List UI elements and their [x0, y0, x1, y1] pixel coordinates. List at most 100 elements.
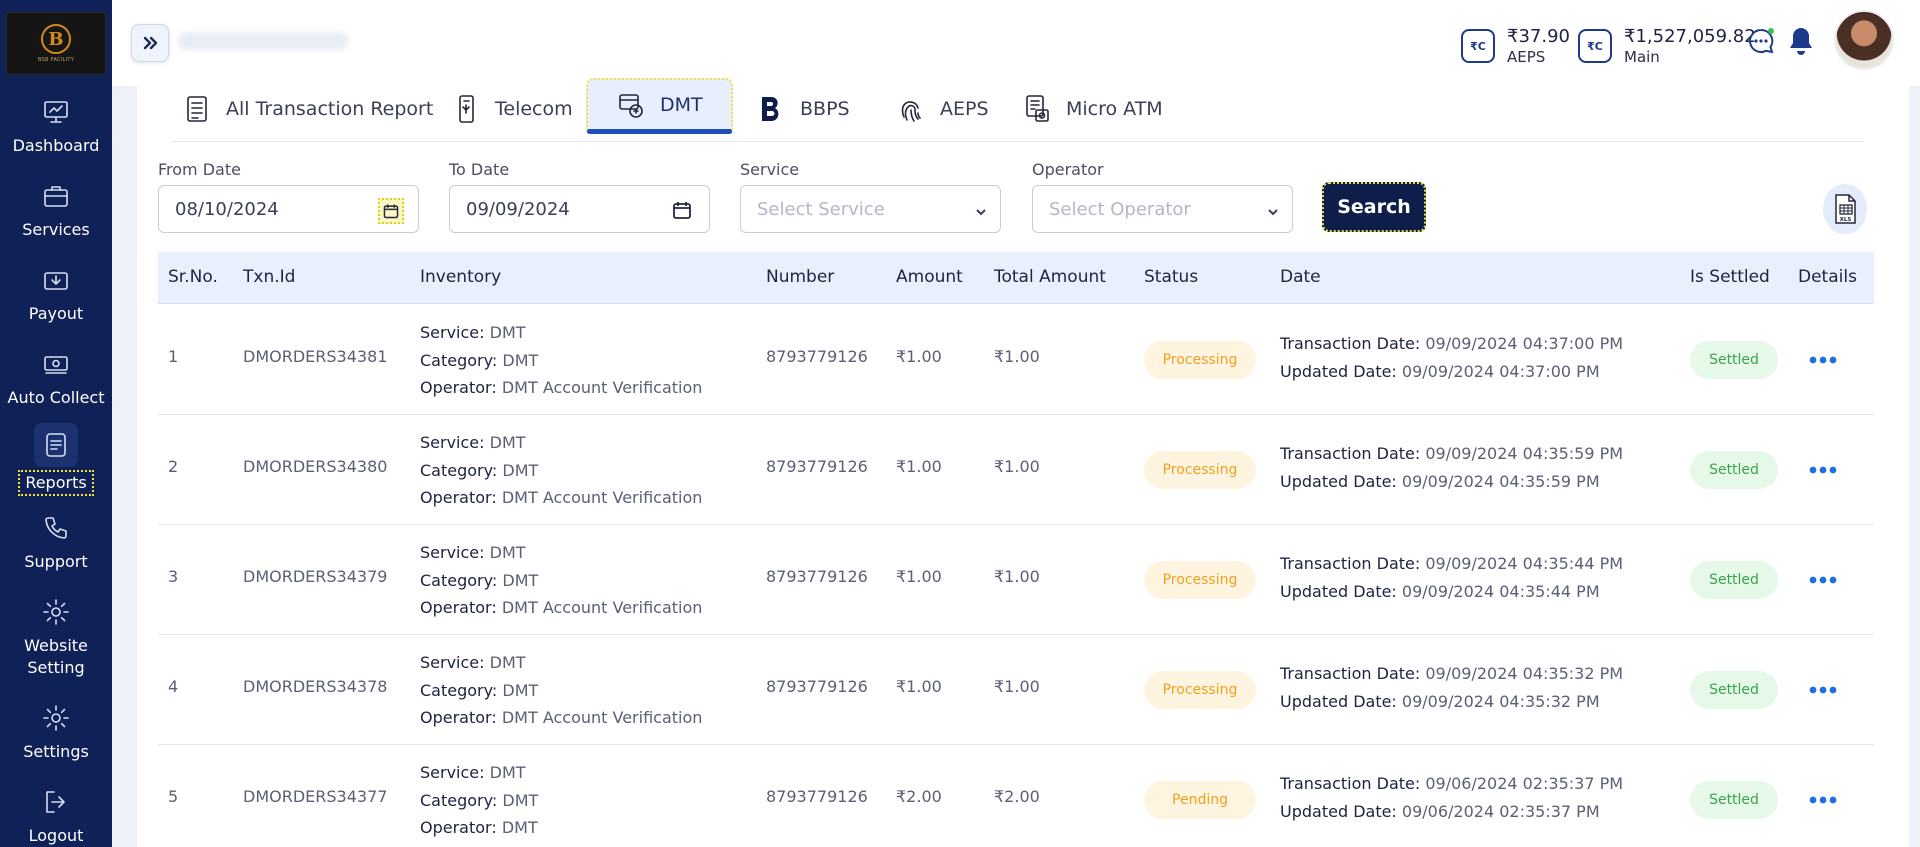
tab-aeps[interactable]: AEPS	[896, 84, 989, 134]
inv-operator-label: Operator:	[420, 708, 497, 727]
table-header: Sr.No. Txn.Id Inventory Number Amount To…	[158, 252, 1874, 304]
from-date-input[interactable]: 08/10/2024	[158, 185, 419, 233]
more-dots-icon	[1809, 686, 1837, 694]
tab-micro-atm[interactable]: Micro ATM	[1022, 84, 1163, 134]
page-title-blurred	[178, 32, 348, 50]
status-badge: Processing	[1144, 341, 1256, 379]
sidebar-item-services[interactable]: Services	[0, 179, 112, 241]
upd-date: 09/09/2024 04:37:00 PM	[1401, 361, 1600, 381]
to-date-label: To Date	[449, 160, 510, 179]
cell-inventory: Service: DMT Category: DMT Operator: DMT A…	[420, 649, 702, 732]
table-row: 4 DMORDERS34378 Service: DMT Category: DMT O…	[158, 635, 1874, 745]
inv-service: DMT	[489, 763, 526, 782]
user-avatar[interactable]	[1834, 10, 1894, 70]
from-date-label: From Date	[158, 160, 241, 179]
sidebar-item-dashboard[interactable]: Dashboard	[0, 95, 112, 157]
inv-category-label: Category:	[420, 680, 498, 700]
cash-icon	[39, 347, 73, 381]
col-header: Status	[1144, 267, 1199, 287]
phone-icon	[39, 511, 73, 545]
operator-label: Operator	[1032, 160, 1104, 179]
tab-telecom[interactable]: Telecom	[451, 84, 573, 134]
calendar-icon[interactable]	[671, 199, 693, 221]
cell-txn-id: DMORDERS34377	[243, 787, 388, 806]
tab-dmt[interactable]: DMT	[586, 78, 733, 134]
cell-date: Transaction Date: 09/09/2024 04:37:00 PM…	[1280, 330, 1623, 385]
sidebar-item-support[interactable]: Support	[0, 511, 112, 573]
inv-category: DMT	[502, 460, 539, 480]
status-badge: Processing	[1144, 561, 1256, 599]
operator-select[interactable]: Select Operator	[1032, 185, 1293, 233]
double-chevron-right-icon	[143, 36, 158, 50]
inv-operator: DMT Account Verification	[501, 598, 703, 617]
cell-txn-id: DMORDERS34378	[243, 677, 388, 696]
details-button[interactable]	[1806, 343, 1840, 377]
inv-operator-label: Operator:	[420, 378, 497, 397]
upd-date-label: Updated Date:	[1280, 801, 1397, 821]
cell-sr-no: 4	[168, 677, 179, 696]
cell-amount: ₹1.00	[896, 677, 942, 696]
inv-service-label: Service:	[420, 543, 485, 562]
table-row: 5 DMORDERS34377 Service: DMT Category: DMT O…	[158, 745, 1874, 847]
cell-txn-id: DMORDERS34379	[243, 567, 388, 586]
expand-sidebar-button[interactable]	[131, 24, 169, 62]
cell-txn-id: DMORDERS34380	[243, 457, 388, 476]
to-date-input[interactable]: 09/09/2024	[449, 185, 710, 233]
wallet-aeps[interactable]: ₹C ₹37.90 AEPS	[1461, 26, 1570, 66]
from-date-value: 08/10/2024	[175, 198, 279, 220]
txn-date-label: Transaction Date:	[1280, 334, 1421, 353]
search-button[interactable]: Search	[1322, 182, 1426, 232]
txn-date-label: Transaction Date:	[1280, 554, 1421, 573]
chevron-down-icon	[1266, 203, 1280, 217]
fingerprint-icon	[901, 101, 921, 122]
report-icon	[187, 96, 207, 122]
payout-icon	[39, 263, 73, 297]
details-button[interactable]	[1806, 563, 1840, 597]
cell-total-amount: ₹1.00	[994, 347, 1040, 366]
inv-operator: DMT Account Verification	[501, 488, 703, 507]
micro-atm-icon	[1026, 95, 1049, 122]
bell-icon[interactable]	[1786, 25, 1816, 57]
sidebar: B BSB FACILITY Dashboard Services Payout…	[0, 0, 112, 847]
chat-icon[interactable]	[1747, 27, 1775, 55]
sidebar-label: Support	[24, 552, 88, 571]
details-button[interactable]	[1806, 673, 1840, 707]
settled-badge: Settled	[1690, 341, 1778, 379]
txn-date-label: Transaction Date:	[1280, 664, 1421, 683]
cell-total-amount: ₹2.00	[994, 787, 1040, 806]
details-button[interactable]	[1806, 783, 1840, 817]
col-header: Txn.Id	[243, 267, 296, 287]
calendar-icon[interactable]	[378, 198, 404, 224]
tab-bbps[interactable]: BBPS	[756, 84, 850, 134]
inv-service-label: Service:	[420, 433, 485, 452]
wallet-main[interactable]: ₹C ₹1,527,059.82 Main	[1578, 26, 1756, 66]
export-xls-button[interactable]: XLS	[1823, 184, 1867, 234]
sidebar-item-logout[interactable]: Logout	[0, 785, 112, 847]
service-select[interactable]: Select Service	[740, 185, 1001, 233]
sidebar-item-settings[interactable]: Settings	[0, 701, 112, 763]
cell-total-amount: ₹1.00	[994, 677, 1040, 696]
cell-total-amount: ₹1.00	[994, 567, 1040, 586]
sidebar-item-auto-collect[interactable]: Auto Collect	[0, 347, 112, 409]
settled-badge: Settled	[1690, 781, 1778, 819]
col-header: Inventory	[420, 267, 502, 287]
details-button[interactable]	[1806, 453, 1840, 487]
bbps-icon	[762, 97, 779, 121]
logo-tagline: BSB FACILITY	[37, 57, 75, 63]
inv-operator-label: Operator:	[420, 598, 497, 617]
tab-all-transaction-report[interactable]: All Transaction Report	[182, 84, 433, 134]
cell-total-amount: ₹1.00	[994, 457, 1040, 476]
brand-logo[interactable]: B BSB FACILITY	[6, 12, 106, 75]
wallet-icon: ₹C	[1578, 29, 1612, 63]
inv-category: DMT	[502, 350, 539, 370]
col-header: Details	[1798, 267, 1857, 287]
inv-service: DMT	[489, 653, 526, 672]
logout-icon	[39, 785, 73, 819]
sidebar-item-reports[interactable]: Reports	[0, 423, 112, 496]
inv-operator: DMT	[501, 818, 538, 837]
wallet-amount: ₹37.90	[1507, 26, 1570, 47]
sidebar-item-payout[interactable]: Payout	[0, 263, 112, 325]
sidebar-item-website-setting[interactable]: Website Setting	[0, 595, 112, 679]
cell-sr-no: 3	[168, 567, 179, 586]
cell-amount: ₹1.00	[896, 457, 942, 476]
